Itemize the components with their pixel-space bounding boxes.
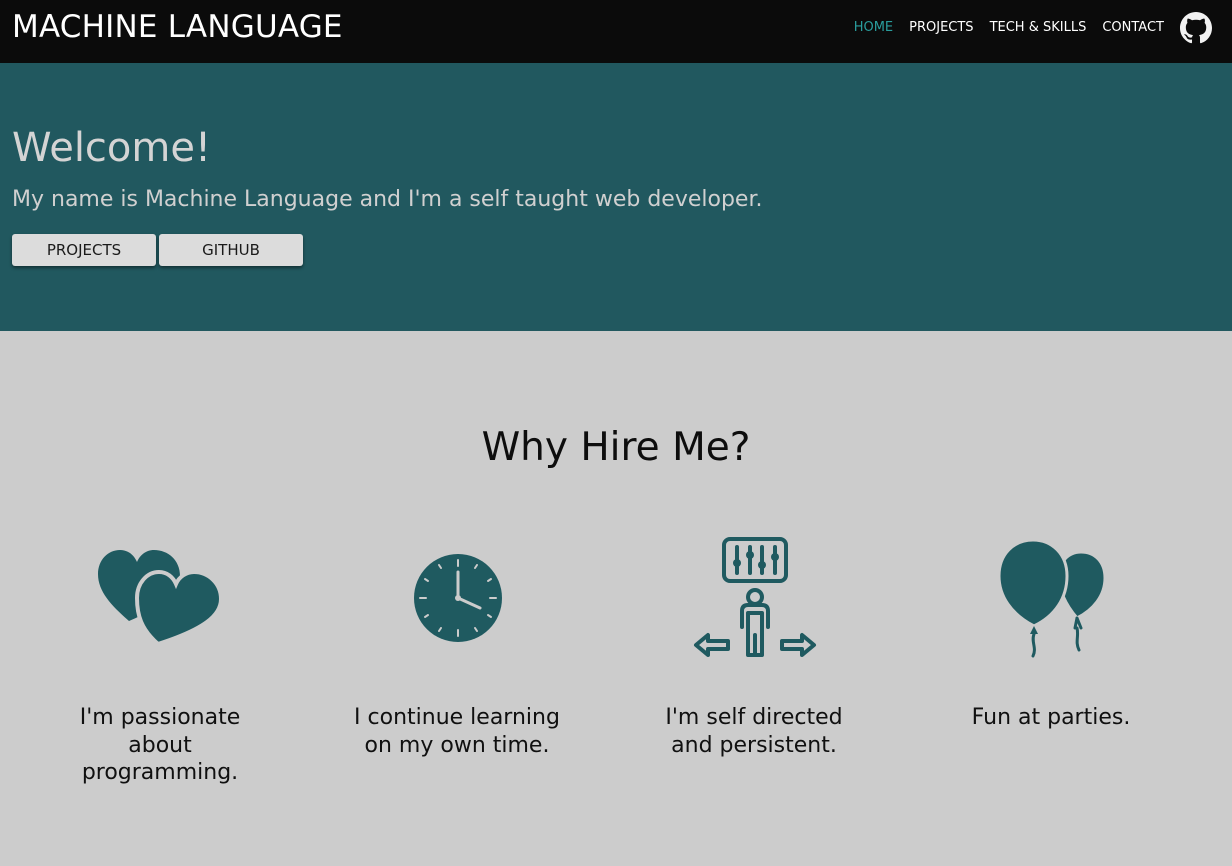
clock-icon: [414, 554, 502, 642]
why-hire-me-title: Why Hire Me?: [481, 425, 751, 470]
hearts-icon: [98, 550, 224, 646]
nav-link-home[interactable]: HOME: [854, 20, 893, 35]
nav-link-contact[interactable]: CONTACT: [1102, 20, 1164, 35]
hero-subtitle: My name is Machine Language and I'm a se…: [12, 187, 763, 212]
balloons-icon: [997, 538, 1107, 658]
feature-text-fun: Fun at parties.: [971, 705, 1131, 730]
github-icon: [1180, 12, 1212, 44]
feature-text-passionate: I'm passionate about programming.: [79, 705, 241, 785]
nav-link-projects[interactable]: PROJECTS: [909, 20, 973, 35]
brand-logo[interactable]: MACHINE LANGUAGE: [12, 9, 343, 45]
hero-buttons: PROJECTS GITHUB: [12, 234, 303, 266]
feature-text-learning: I continue learning on my own time.: [354, 705, 560, 758]
hero-section: Welcome! My name is Machine Language and…: [0, 63, 1232, 331]
feature-text-self-directed: I'm self directed and persistent.: [665, 705, 843, 758]
navbar: MACHINE LANGUAGE HOME PROJECTS TECH & SK…: [0, 0, 1232, 63]
projects-button[interactable]: PROJECTS: [12, 234, 156, 266]
github-link[interactable]: [1180, 12, 1212, 44]
nav-links: HOME PROJECTS TECH & SKILLS CONTACT: [854, 20, 1164, 35]
hero-title: Welcome!: [12, 125, 212, 171]
github-button[interactable]: GITHUB: [159, 234, 303, 266]
self-directed-icon: [694, 537, 816, 657]
nav-link-tech-skills[interactable]: TECH & SKILLS: [990, 20, 1087, 35]
